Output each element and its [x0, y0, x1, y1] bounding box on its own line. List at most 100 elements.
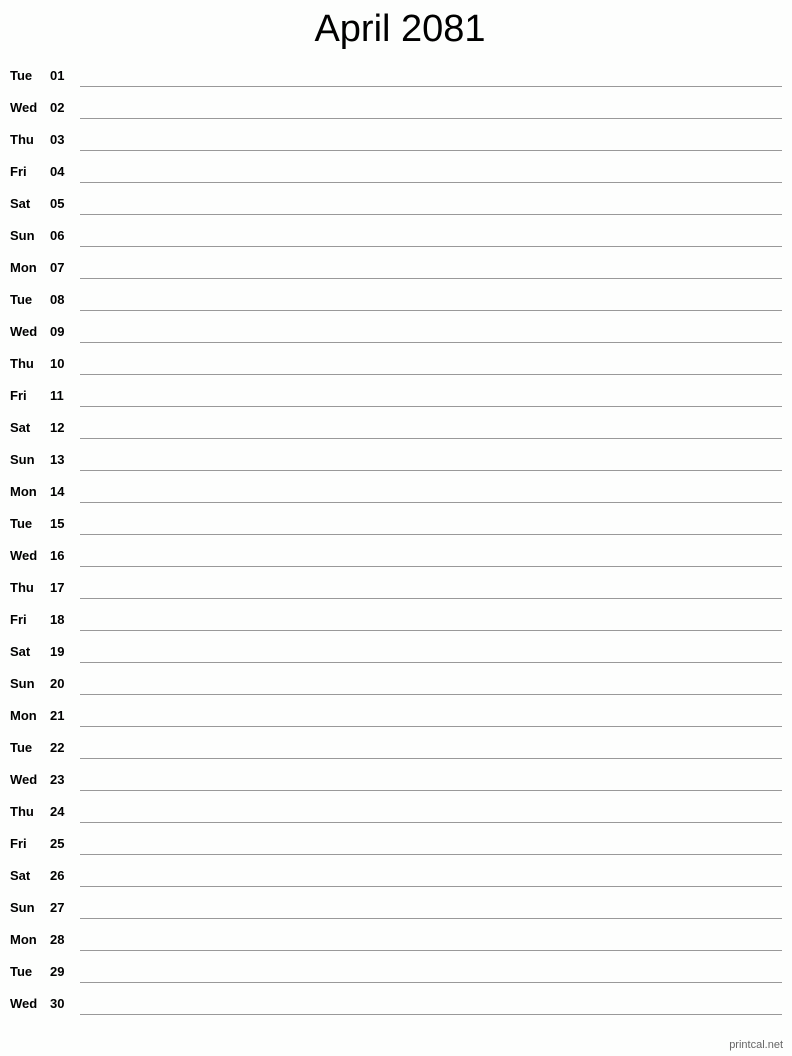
weekday-label: Mon — [10, 708, 37, 723]
day-number: 29 — [50, 964, 65, 979]
writing-line — [80, 790, 782, 791]
day-row: Fri 04 — [0, 160, 792, 192]
weekday-label: Sat — [10, 196, 31, 211]
day-row: Mon 28 — [0, 928, 792, 960]
day-number: 06 — [50, 228, 65, 243]
day-number: 01 — [50, 68, 65, 83]
day-row: Sun 13 — [0, 448, 792, 480]
day-row: Fri 18 — [0, 608, 792, 640]
weekday-label: Tue — [10, 516, 33, 531]
day-row: Wed 09 — [0, 320, 792, 352]
writing-line — [80, 630, 782, 631]
day-number: 18 — [50, 612, 65, 627]
day-number: 14 — [50, 484, 65, 499]
page-title: April 2081 — [314, 8, 486, 50]
writing-line — [80, 1014, 782, 1015]
day-row: Sat 05 — [0, 192, 792, 224]
weekday-label: Sun — [10, 676, 35, 691]
writing-line — [80, 374, 782, 375]
day-number: 24 — [50, 804, 65, 819]
writing-line — [80, 470, 782, 471]
writing-line — [80, 214, 782, 215]
writing-line — [80, 566, 782, 567]
day-row: Mon 07 — [0, 256, 792, 288]
day-number: 15 — [50, 516, 65, 531]
weekday-label: Fri — [10, 164, 27, 179]
weekday-label: Fri — [10, 836, 27, 851]
writing-line — [80, 918, 782, 919]
writing-line — [80, 854, 782, 855]
day-row: Wed 02 — [0, 96, 792, 128]
writing-line — [80, 406, 782, 407]
day-number: 22 — [50, 740, 65, 755]
weekday-label: Sun — [10, 900, 35, 915]
writing-line — [80, 342, 782, 343]
day-number: 20 — [50, 676, 65, 691]
day-number: 13 — [50, 452, 65, 467]
day-row: Thu 24 — [0, 800, 792, 832]
day-row: Tue 22 — [0, 736, 792, 768]
day-row: Tue 29 — [0, 960, 792, 992]
day-number: 19 — [50, 644, 65, 659]
weekday-label: Sat — [10, 868, 31, 883]
day-number: 02 — [50, 100, 65, 115]
writing-line — [80, 726, 782, 727]
day-row: Tue 01 — [0, 64, 792, 96]
footer-credit: printcal.net — [729, 1039, 783, 1051]
writing-line — [80, 438, 782, 439]
writing-line — [80, 822, 782, 823]
day-row: Mon 14 — [0, 480, 792, 512]
writing-line — [80, 310, 782, 311]
writing-line — [80, 694, 782, 695]
day-number: 16 — [50, 548, 65, 563]
writing-line — [80, 182, 782, 183]
weekday-label: Wed — [10, 548, 38, 563]
day-number: 09 — [50, 324, 65, 339]
writing-line — [80, 86, 782, 87]
writing-line — [80, 150, 782, 151]
writing-line — [80, 278, 782, 279]
weekday-label: Mon — [10, 260, 37, 275]
day-number: 28 — [50, 932, 65, 947]
writing-line — [80, 662, 782, 663]
weekday-label: Sat — [10, 644, 31, 659]
weekday-label: Thu — [10, 804, 34, 819]
writing-line — [80, 534, 782, 535]
day-row: Fri 25 — [0, 832, 792, 864]
day-number: 08 — [50, 292, 65, 307]
day-number: 23 — [50, 772, 65, 787]
weekday-label: Tue — [10, 740, 33, 755]
weekday-label: Sun — [10, 452, 35, 467]
day-number: 07 — [50, 260, 65, 275]
weekday-label: Thu — [10, 580, 34, 595]
day-number: 26 — [50, 868, 65, 883]
day-number: 11 — [50, 388, 64, 403]
weekday-label: Wed — [10, 100, 38, 115]
writing-line — [80, 758, 782, 759]
weekday-label: Wed — [10, 996, 38, 1011]
day-row: Sat 26 — [0, 864, 792, 896]
day-row: Sat 19 — [0, 640, 792, 672]
day-number: 21 — [50, 708, 65, 723]
day-number: 27 — [50, 900, 65, 915]
day-number: 04 — [50, 164, 65, 179]
day-row: Sat 12 — [0, 416, 792, 448]
writing-line — [80, 982, 782, 983]
weekday-label: Fri — [10, 612, 27, 627]
weekday-label: Tue — [10, 292, 33, 307]
day-number: 25 — [50, 836, 65, 851]
day-row: Thu 10 — [0, 352, 792, 384]
day-number: 10 — [50, 356, 65, 371]
weekday-label: Wed — [10, 772, 38, 787]
day-number: 03 — [50, 132, 65, 147]
day-row: Fri 11 — [0, 384, 792, 416]
day-number: 17 — [50, 580, 65, 595]
day-row: Wed 23 — [0, 768, 792, 800]
weekday-label: Sun — [10, 228, 35, 243]
weekday-label: Sat — [10, 420, 31, 435]
day-row: Mon 21 — [0, 704, 792, 736]
day-number: 05 — [50, 196, 65, 211]
weekday-label: Thu — [10, 132, 34, 147]
writing-line — [80, 118, 782, 119]
weekday-label: Fri — [10, 388, 27, 403]
